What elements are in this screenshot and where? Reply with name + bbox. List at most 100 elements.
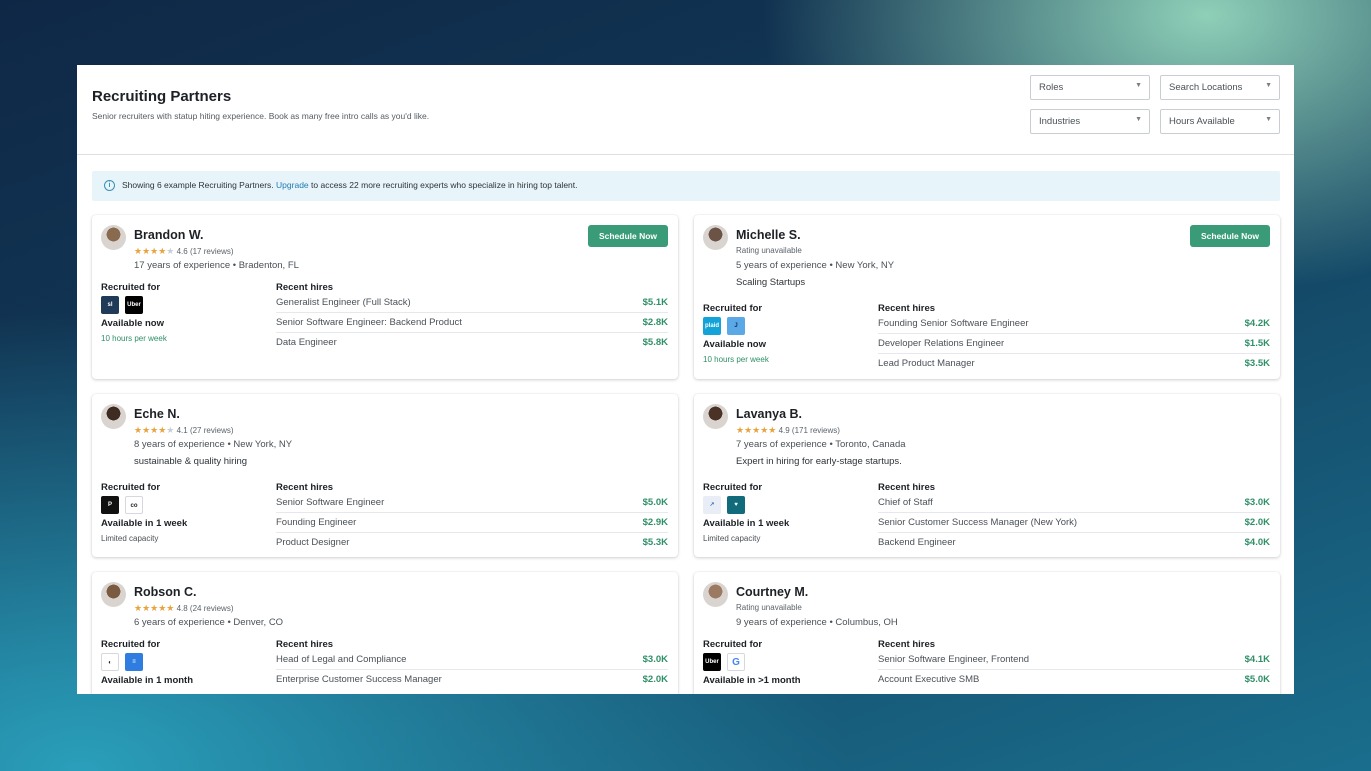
- banner-text-before: Showing 6 example Recruiting Partners.: [122, 180, 274, 190]
- hire-role: Founding Senior Software Engineer: [878, 318, 1029, 329]
- hire-fee: $5.3K: [642, 537, 668, 548]
- industries-filter[interactable]: Industries ▼: [1030, 109, 1150, 134]
- recruiting-partners-panel: Recruiting Partners Senior recruiters wi…: [77, 65, 1294, 694]
- availability-status: Available now: [703, 339, 766, 350]
- experience-location: 9 years of experience • Columbus, OH: [736, 617, 898, 628]
- company-logos: Pco: [101, 496, 149, 514]
- partner-card[interactable]: Courtney M. Rating unavailable 9 years of …: [694, 572, 1280, 694]
- rating-text: Rating unavailable: [736, 603, 802, 612]
- roles-filter[interactable]: Roles ▼: [1030, 75, 1150, 100]
- industries-filter-label: Industries: [1039, 116, 1081, 127]
- star-rating-icon: ★★★★★: [736, 425, 777, 435]
- partner-tagline: Scaling Startups: [736, 277, 806, 288]
- availability-status: Available now: [101, 318, 164, 329]
- rating: ★★★★★ 4.6 (17 reviews): [134, 246, 234, 257]
- hire-fee: $4.0K: [1244, 537, 1270, 548]
- availability-detail: Limited capacity: [703, 534, 761, 543]
- company-logos: Uber G: [703, 653, 751, 671]
- mascot-logo: ◐: [101, 653, 119, 671]
- avatar: [101, 225, 126, 250]
- uber-logo: Uber: [703, 653, 721, 671]
- schedule-now-button[interactable]: Schedule Now: [588, 225, 668, 247]
- plaid-logo: plaid: [703, 317, 721, 335]
- hire-fee: $5.0K: [1244, 674, 1270, 685]
- company-logo: co: [125, 496, 143, 514]
- hire-fee: $4.1K: [1244, 654, 1270, 665]
- partner-card[interactable]: Michelle S. Rating unavailable 5 years of …: [694, 215, 1280, 379]
- recent-hires-list: Founding Senior Software Engineer $4.2K De…: [878, 314, 1270, 374]
- google-logo: G: [727, 653, 745, 671]
- hire-role: Backend Engineer: [878, 537, 956, 548]
- avatar: [101, 404, 126, 429]
- recent-hires-list: Generalist Engineer (Full Stack) $5.1K Sen…: [276, 293, 668, 353]
- recruited-for-label: Recruited for: [703, 303, 763, 314]
- rating: ★★★★★ 4.9 (171 reviews): [736, 425, 840, 436]
- jasper-logo: J: [727, 317, 745, 335]
- schedule-now-button[interactable]: Schedule Now: [1190, 225, 1270, 247]
- upgrade-banner: i Showing 6 example Recruiting Partners.…: [92, 171, 1280, 201]
- partner-name[interactable]: Michelle S.: [736, 228, 801, 242]
- hire-role: Senior Software Engineer, Frontend: [878, 654, 1030, 665]
- partner-name[interactable]: Lavanya B.: [736, 407, 802, 421]
- hire-row: Senior Software Engineer $5.0K: [276, 493, 668, 513]
- partner-name[interactable]: Brandon W.: [134, 228, 203, 242]
- star-rating-icon: ★★★★★: [134, 246, 175, 256]
- hire-row: Senior Customer Success Manager (New Yor…: [878, 513, 1270, 533]
- roles-filter-label: Roles: [1039, 82, 1064, 93]
- hire-row: Backend Engineer $4.0K: [878, 533, 1270, 553]
- hire-fee: $4.2K: [1244, 318, 1270, 329]
- partner-card[interactable]: Robson C. ★★★★★ 4.8 (24 reviews) 6 years o…: [92, 572, 678, 694]
- availability-detail: 10 hours per week: [101, 334, 167, 343]
- heart-logo: ♥: [727, 496, 745, 514]
- info-icon: i: [104, 180, 115, 191]
- page-subtitle: Senior recruiters with statup hiting exp…: [92, 111, 430, 121]
- hire-row: Founding Senior Software Engineer $4.2K: [878, 314, 1270, 334]
- hire-fee: $1.5K: [1244, 338, 1270, 349]
- availability-detail: Limited capacity: [101, 534, 159, 543]
- avatar: [703, 582, 728, 607]
- recent-hires-label: Recent hires: [878, 482, 936, 493]
- partner-card[interactable]: Lavanya B. ★★★★★ 4.9 (171 reviews) 7 years…: [694, 394, 1280, 557]
- rating: Rating unavailable: [736, 246, 802, 255]
- partner-name[interactable]: Eche N.: [134, 407, 180, 421]
- hire-fee: $3.5K: [1244, 358, 1270, 369]
- recent-hires-list: Chief of Staff $3.0K Senior Customer Succe…: [878, 493, 1270, 553]
- arrow-logo: ↗: [703, 496, 721, 514]
- rating-text: Rating unavailable: [736, 246, 802, 255]
- hire-role: Enterprise Customer Success Manager: [276, 674, 442, 685]
- upgrade-link[interactable]: Upgrade: [276, 180, 309, 190]
- company-logos: sl Uber: [101, 296, 149, 314]
- recent-hires-list: Head of Legal and Compliance $3.0K Enterpr…: [276, 650, 668, 690]
- star-rating-icon: ★★★★★: [134, 425, 175, 435]
- hire-role: Data Engineer: [276, 337, 337, 348]
- page-title: Recruiting Partners: [92, 88, 232, 105]
- chevron-down-icon: ▼: [1135, 82, 1142, 89]
- rating-text: 4.8 (24 reviews): [176, 604, 234, 613]
- hours-filter-label: Hours Available: [1169, 116, 1235, 127]
- hire-fee: $3.0K: [642, 654, 668, 665]
- banner-text-after: to access 22 more recruiting experts who…: [311, 180, 578, 190]
- company-logos: ◐ ≡: [101, 653, 149, 671]
- docs-logo: ≡: [125, 653, 143, 671]
- star-rating-icon: ★★★★★: [134, 603, 175, 613]
- recent-hires-list: Senior Software Engineer $5.0K Founding En…: [276, 493, 668, 553]
- hire-role: Head of Legal and Compliance: [276, 654, 407, 665]
- avatar: [703, 404, 728, 429]
- hire-fee: $2.8K: [642, 317, 668, 328]
- experience-location: 8 years of experience • New York, NY: [134, 439, 293, 450]
- recent-hires-label: Recent hires: [276, 282, 334, 293]
- hire-fee: $3.0K: [1244, 497, 1270, 508]
- chevron-down-icon: ▼: [1265, 82, 1272, 89]
- availability-status: Available in 1 month: [101, 675, 194, 686]
- experience-location: 7 years of experience • Toronto, Canada: [736, 439, 906, 450]
- hire-fee: $2.0K: [642, 674, 668, 685]
- locations-filter[interactable]: Search Locations ▼: [1160, 75, 1280, 100]
- hire-row: Senior Software Engineer: Backend Produc…: [276, 313, 668, 333]
- hours-filter[interactable]: Hours Available ▼: [1160, 109, 1280, 134]
- hire-row: Account Executive SMB $5.0K: [878, 670, 1270, 690]
- recent-hires-list: Senior Software Engineer, Frontend $4.1K A…: [878, 650, 1270, 690]
- partner-name[interactable]: Robson C.: [134, 585, 197, 599]
- partner-card[interactable]: Brandon W. ★★★★★ 4.6 (17 reviews) 17 years…: [92, 215, 678, 379]
- partner-card[interactable]: Eche N. ★★★★★ 4.1 (27 reviews) 8 years of …: [92, 394, 678, 557]
- partner-name[interactable]: Courtney M.: [736, 585, 808, 599]
